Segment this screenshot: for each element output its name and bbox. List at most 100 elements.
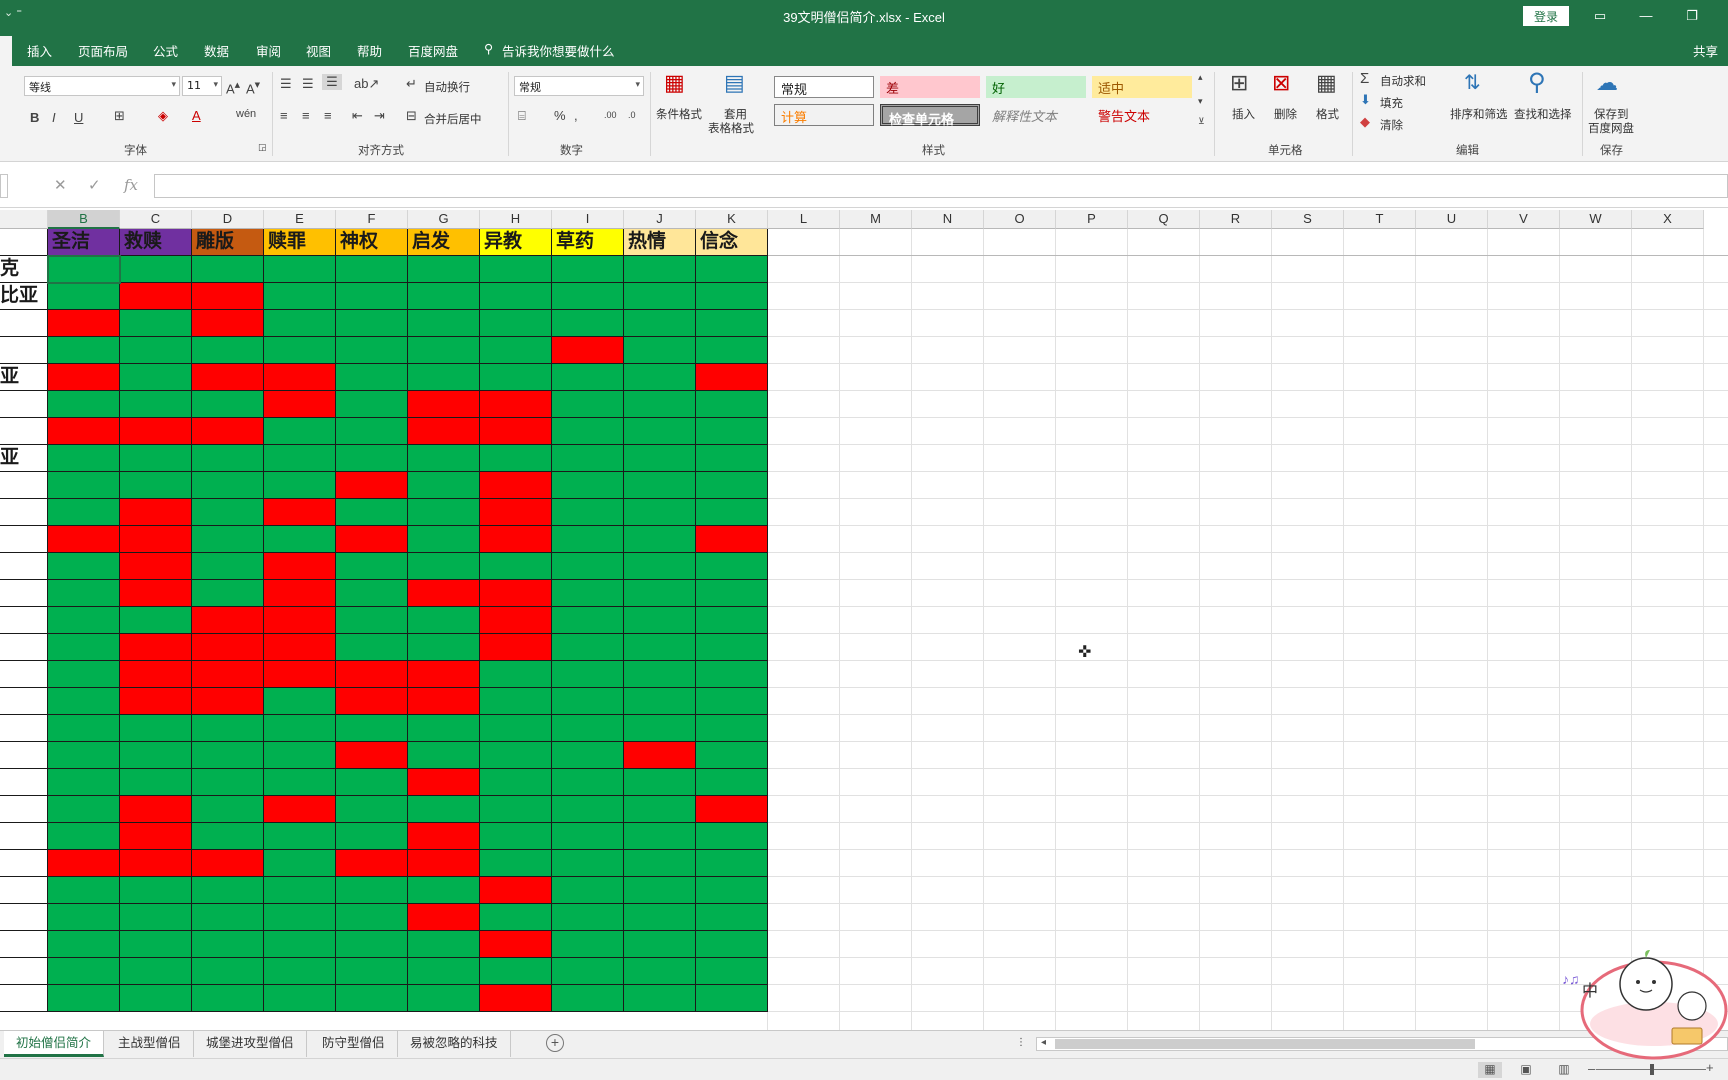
increase-indent-icon[interactable]: ⇥ <box>374 108 385 124</box>
cell-green[interactable] <box>552 661 624 688</box>
number-format-combo[interactable]: 常规 ▾ <box>514 76 644 96</box>
cell-green[interactable] <box>336 796 408 823</box>
delete-button[interactable]: 删除 <box>1274 106 1297 122</box>
column-header-N[interactable]: N <box>912 210 984 229</box>
cell-green[interactable] <box>192 742 264 769</box>
cell-green[interactable] <box>408 526 480 553</box>
cell-green[interactable] <box>696 256 768 283</box>
cell-green[interactable] <box>48 904 120 931</box>
cell-green[interactable] <box>192 877 264 904</box>
worksheet-grid[interactable]: BCDEFGHIJKLMNOPQRSTUVWX 克比亚亚亚 圣洁 救赎 雕版 赎罪 神权… <box>0 208 1728 1030</box>
cell-green[interactable] <box>624 877 696 904</box>
cell-red[interactable] <box>336 661 408 688</box>
cell-red[interactable] <box>192 418 264 445</box>
cell-red[interactable] <box>120 418 192 445</box>
cell-green[interactable] <box>696 283 768 310</box>
cell-green[interactable] <box>480 337 552 364</box>
tech-header-cell[interactable]: 信念 <box>696 229 768 256</box>
cell-green[interactable] <box>480 445 552 472</box>
cell-red[interactable] <box>480 472 552 499</box>
cell-red[interactable] <box>336 472 408 499</box>
cell-green[interactable] <box>408 607 480 634</box>
column-header-K[interactable]: K <box>696 210 768 229</box>
percent-icon[interactable]: % <box>554 108 566 123</box>
cell-green[interactable] <box>48 499 120 526</box>
column-header-Q[interactable]: Q <box>1128 210 1200 229</box>
tech-header-cell[interactable]: 赎罪 <box>264 229 336 256</box>
cell-green[interactable] <box>264 958 336 985</box>
row-label-cell[interactable] <box>0 580 48 607</box>
cell-green[interactable] <box>696 391 768 418</box>
cell-red[interactable] <box>480 499 552 526</box>
cell-green[interactable] <box>336 499 408 526</box>
cell-green[interactable] <box>264 985 336 1012</box>
cell-green[interactable] <box>480 742 552 769</box>
row-label-cell[interactable] <box>0 688 48 715</box>
phonetic-icon[interactable]: wén <box>236 108 256 120</box>
cell-green[interactable] <box>480 256 552 283</box>
font-name-combo[interactable]: 等线 ▾ <box>24 76 180 96</box>
cell-green[interactable] <box>480 283 552 310</box>
cell-green[interactable] <box>624 715 696 742</box>
row-label-cell[interactable] <box>0 607 48 634</box>
cell-green[interactable] <box>120 256 192 283</box>
cell-green[interactable] <box>120 715 192 742</box>
cell-red[interactable] <box>480 985 552 1012</box>
cell-green[interactable] <box>48 391 120 418</box>
cell-red[interactable] <box>480 391 552 418</box>
cell-red[interactable] <box>480 418 552 445</box>
cell-green[interactable] <box>552 445 624 472</box>
cell-green[interactable] <box>408 715 480 742</box>
cell-green[interactable] <box>696 769 768 796</box>
column-header-C[interactable]: C <box>120 210 192 229</box>
fill-button[interactable]: 填充 <box>1380 95 1403 111</box>
italic-icon[interactable]: I <box>52 110 56 125</box>
minimize-icon[interactable]: — <box>1626 4 1666 28</box>
cell-green[interactable] <box>48 742 120 769</box>
cell-green[interactable] <box>192 553 264 580</box>
column-header-V[interactable]: V <box>1488 210 1560 229</box>
cell-green[interactable] <box>552 688 624 715</box>
cell-green[interactable] <box>408 445 480 472</box>
cell-green[interactable] <box>624 985 696 1012</box>
cell-green[interactable] <box>336 769 408 796</box>
cell-red[interactable] <box>48 526 120 553</box>
cell-green[interactable] <box>696 661 768 688</box>
login-button[interactable]: 登录 <box>1523 6 1569 26</box>
cell-green[interactable] <box>264 310 336 337</box>
cell-green[interactable] <box>696 310 768 337</box>
tab-help[interactable]: 帮助 <box>357 41 382 60</box>
row-label-cell[interactable] <box>0 337 48 364</box>
cell-green[interactable] <box>408 742 480 769</box>
cell-green[interactable] <box>336 823 408 850</box>
cell-green[interactable] <box>552 823 624 850</box>
cell-green[interactable] <box>336 310 408 337</box>
cell-green[interactable] <box>552 877 624 904</box>
cell-green[interactable] <box>624 958 696 985</box>
sheet-tab-initial-monk[interactable]: 初始僧侣简介 <box>4 1031 105 1057</box>
cell-red[interactable] <box>408 661 480 688</box>
cell-green[interactable] <box>264 256 336 283</box>
cancel-icon[interactable]: ✕ <box>54 176 67 194</box>
insert-function-icon[interactable]: fx <box>124 176 138 194</box>
row-label-cell[interactable]: 比亚 <box>0 283 48 310</box>
cell-green[interactable] <box>264 850 336 877</box>
cell-green[interactable] <box>696 634 768 661</box>
cell-red[interactable] <box>264 391 336 418</box>
cell-green[interactable] <box>624 526 696 553</box>
cell-red[interactable] <box>696 796 768 823</box>
cell-red[interactable] <box>408 688 480 715</box>
cell-green[interactable] <box>696 418 768 445</box>
column-header-I[interactable]: I <box>552 210 624 229</box>
cell-green[interactable] <box>408 958 480 985</box>
cell-green[interactable] <box>48 823 120 850</box>
tech-header-cell[interactable]: 神权 <box>336 229 408 256</box>
restore-icon[interactable]: ❐ <box>1672 4 1712 28</box>
table-format-button-line2[interactable]: 表格格式 <box>708 120 754 136</box>
cell-red[interactable] <box>48 310 120 337</box>
cell-green[interactable] <box>264 931 336 958</box>
row-label-cell[interactable] <box>0 931 48 958</box>
cell-red[interactable] <box>480 877 552 904</box>
cell-red[interactable] <box>264 553 336 580</box>
font-size-combo[interactable]: 11 ▾ <box>182 76 222 96</box>
